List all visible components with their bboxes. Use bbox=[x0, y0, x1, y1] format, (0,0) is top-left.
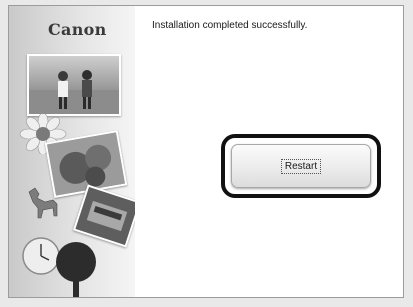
restart-button[interactable]: Restart bbox=[231, 144, 371, 188]
canon-logo: Canon bbox=[48, 20, 107, 39]
restart-button-label: Restart bbox=[280, 158, 322, 174]
sidebar-artwork: Canon bbox=[9, 6, 135, 297]
status-message: Installation completed successfully. bbox=[152, 20, 308, 31]
beach-photo bbox=[27, 54, 121, 116]
tree-image bbox=[53, 240, 99, 297]
deer-image bbox=[21, 182, 65, 235]
